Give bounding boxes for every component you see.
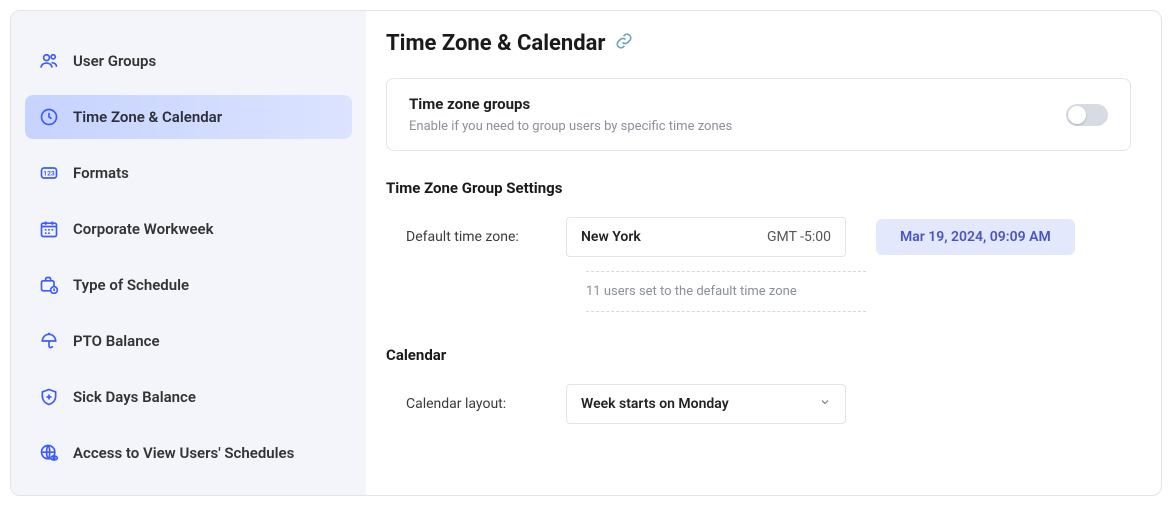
sidebar-item-type-of-schedule[interactable]: Type of Schedule [25, 263, 352, 307]
sidebar-item-label: Formats [73, 164, 129, 182]
sidebar-item-label: Sick Days Balance [73, 388, 196, 406]
sidebar-item-access-schedules-management[interactable]: Access to Schedules Management [25, 487, 352, 496]
page-title-text: Time Zone & Calendar [386, 31, 605, 56]
current-time-chip: Mar 19, 2024, 09:09 AM [876, 219, 1075, 255]
shield-plus-icon [39, 387, 59, 407]
calendar-layout-select[interactable]: Week starts on Monday [566, 384, 846, 424]
time-zone-groups-toggle[interactable] [1066, 104, 1108, 126]
sidebar-item-formats[interactable]: 123 Formats [25, 151, 352, 195]
calendar-layout-value: Week starts on Monday [581, 396, 729, 412]
sidebar-item-user-groups[interactable]: User Groups [25, 39, 352, 83]
page-title: Time Zone & Calendar [386, 31, 1131, 56]
calendar-layout-label: Calendar layout: [386, 396, 536, 412]
calendar-heading: Calendar [386, 346, 1131, 364]
chevron-down-icon [819, 396, 831, 412]
tz-settings-heading: Time Zone Group Settings [386, 179, 1131, 197]
sidebar-item-label: PTO Balance [73, 332, 160, 350]
card-text: Time zone groups Enable if you need to g… [409, 95, 732, 134]
sidebar-item-label: Corporate Workweek [73, 220, 214, 238]
settings-sidebar: User Groups Time Zone & Calendar 123 For… [11, 11, 366, 495]
default-time-zone-row: Default time zone: New York GMT -5:00 Ma… [386, 217, 1131, 257]
time-zone-groups-card: Time zone groups Enable if you need to g… [386, 78, 1131, 151]
sidebar-item-label: User Groups [73, 52, 156, 70]
sidebar-item-time-zone-calendar[interactable]: Time Zone & Calendar [25, 95, 352, 139]
sidebar-item-corporate-workweek[interactable]: Corporate Workweek [25, 207, 352, 251]
briefcase-clock-icon [39, 275, 59, 295]
sidebar-item-label: Time Zone & Calendar [73, 108, 222, 126]
toggle-knob [1068, 106, 1086, 124]
svg-text:123: 123 [43, 170, 55, 178]
users-icon [39, 51, 59, 71]
formats-icon: 123 [39, 163, 59, 183]
calendar-layout-row: Calendar layout: Week starts on Monday [386, 384, 1131, 424]
card-subtitle: Enable if you need to group users by spe… [409, 119, 732, 134]
default-time-zone-select[interactable]: New York GMT -5:00 [566, 217, 846, 257]
anchor-link-icon[interactable] [615, 31, 633, 56]
card-title: Time zone groups [409, 95, 732, 113]
sidebar-item-label: Access to View Users' Schedules [73, 444, 294, 462]
settings-app: User Groups Time Zone & Calendar 123 For… [10, 10, 1162, 496]
main-content: Time Zone & Calendar Time zone groups En… [366, 11, 1161, 495]
umbrella-icon [39, 331, 59, 351]
calendar-icon [39, 219, 59, 239]
default-time-zone-hint: 11 users set to the default time zone [586, 271, 866, 312]
clock-icon [39, 107, 59, 127]
sidebar-item-access-view-schedules[interactable]: Access to View Users' Schedules [25, 431, 352, 475]
globe-eye-icon [39, 443, 59, 463]
sidebar-item-sick-days-balance[interactable]: Sick Days Balance [25, 375, 352, 419]
sidebar-item-label: Type of Schedule [73, 276, 189, 294]
time-zone-value: New York [581, 229, 641, 245]
default-time-zone-label: Default time zone: [386, 229, 536, 245]
sidebar-item-pto-balance[interactable]: PTO Balance [25, 319, 352, 363]
time-zone-gmt: GMT -5:00 [767, 229, 831, 245]
